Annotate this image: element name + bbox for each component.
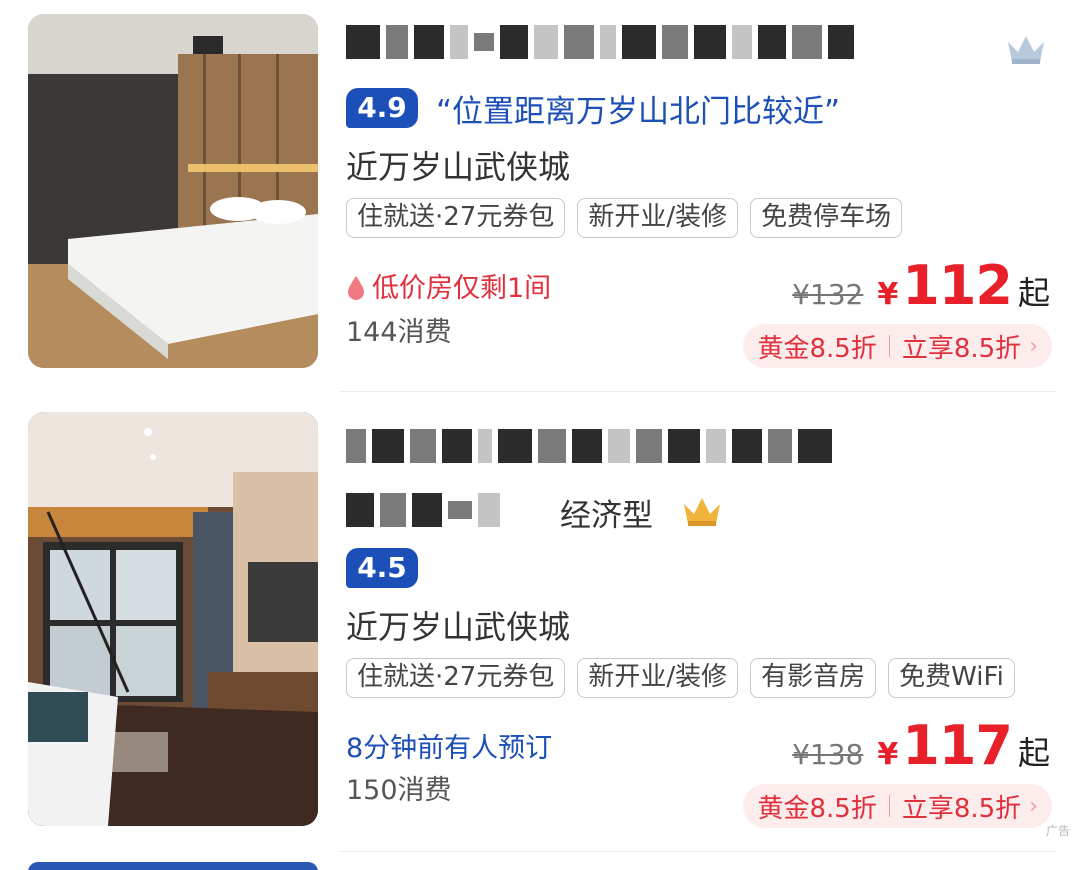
hotel-name-obscured[interactable] (346, 18, 860, 66)
price-suffix: 起 (1017, 274, 1050, 312)
recent-booking-notice: 8分钟前有人预订 (346, 733, 553, 764)
location-text: 近万岁山武侠城 (346, 608, 571, 646)
ad-label: 广告 (1045, 824, 1070, 838)
divider (340, 851, 1056, 852)
original-price: ¥138 (792, 738, 864, 771)
chevron-right-icon: › (1029, 333, 1038, 359)
promo-instant-discount: 立享8.5折 (901, 793, 1022, 824)
hotel-card[interactable]: 经济型 4.5 近万岁山武侠城 住就送·27元券包 新开业/装修 有影音房 免费… (0, 392, 1080, 852)
hotel-name-obscured[interactable] (346, 422, 838, 470)
tag: 住就送·27元券包 (346, 198, 566, 238)
original-price: ¥132 (792, 278, 864, 311)
feature-tags: 住就送·27元券包 新开业/装修 有影音房 免费WiFi (346, 658, 1015, 698)
discount-promo[interactable]: 黄金8.5折 立享8.5折 › (743, 784, 1052, 828)
chevron-right-icon: › (1029, 793, 1038, 819)
currency-symbol: ¥ (877, 737, 899, 772)
rating-badge: 4.5 (346, 548, 418, 588)
hotel-room-image (28, 412, 318, 826)
tag: 新开业/装修 (577, 198, 739, 238)
discount-promo[interactable]: 黄金8.5折 立享8.5折 › (743, 324, 1052, 368)
hotel-card[interactable]: 4.9 “位置距离万岁山北门比较近” 近万岁山武侠城 住就送·27元券包 新开业… (0, 0, 1080, 392)
current-price: 112 (902, 254, 1013, 317)
hotel-photo[interactable] (28, 412, 318, 826)
currency-symbol: ¥ (877, 277, 899, 312)
promo-separator (888, 335, 890, 357)
review-quote: “位置距离万岁山北门比较近” (436, 94, 841, 130)
promo-instant-discount: 立享8.5折 (901, 333, 1022, 364)
fire-drop-icon (346, 275, 366, 301)
hotel-room-image (28, 14, 318, 368)
location-text: 近万岁山武侠城 (346, 148, 571, 186)
price-suffix: 起 (1017, 734, 1050, 772)
feature-tags: 住就送·27元券包 新开业/装修 免费停车场 (346, 198, 903, 238)
promo-gold-discount: 黄金8.5折 (757, 793, 877, 824)
tag: 免费WiFi (888, 658, 1015, 698)
hotel-type: 经济型 (560, 498, 653, 534)
hotel-name-obscured-line2[interactable] (346, 486, 506, 534)
low-stock-text: 低价房仅剩1间 (372, 273, 552, 304)
next-hotel-card-peek[interactable] (28, 862, 318, 870)
rating-badge: 4.9 (346, 88, 418, 128)
price-row: ¥138 ¥ 117 起 (792, 714, 1050, 777)
hotel-photo[interactable] (28, 14, 318, 368)
current-price: 117 (902, 714, 1013, 777)
tag: 有影音房 (750, 658, 877, 698)
tag: 免费停车场 (750, 198, 903, 238)
tag: 新开业/装修 (577, 658, 739, 698)
low-stock-notice: 低价房仅剩1间 (346, 266, 551, 305)
consumption-count: 150消费 (346, 775, 452, 806)
tag: 住就送·27元券包 (346, 658, 566, 698)
promo-gold-discount: 黄金8.5折 (757, 333, 877, 364)
gold-crown-icon (682, 494, 722, 528)
crown-icon (1006, 32, 1046, 66)
promo-separator (888, 795, 890, 817)
price-row: ¥132 ¥ 112 起 (792, 254, 1050, 317)
consumption-count: 144消费 (346, 317, 452, 348)
